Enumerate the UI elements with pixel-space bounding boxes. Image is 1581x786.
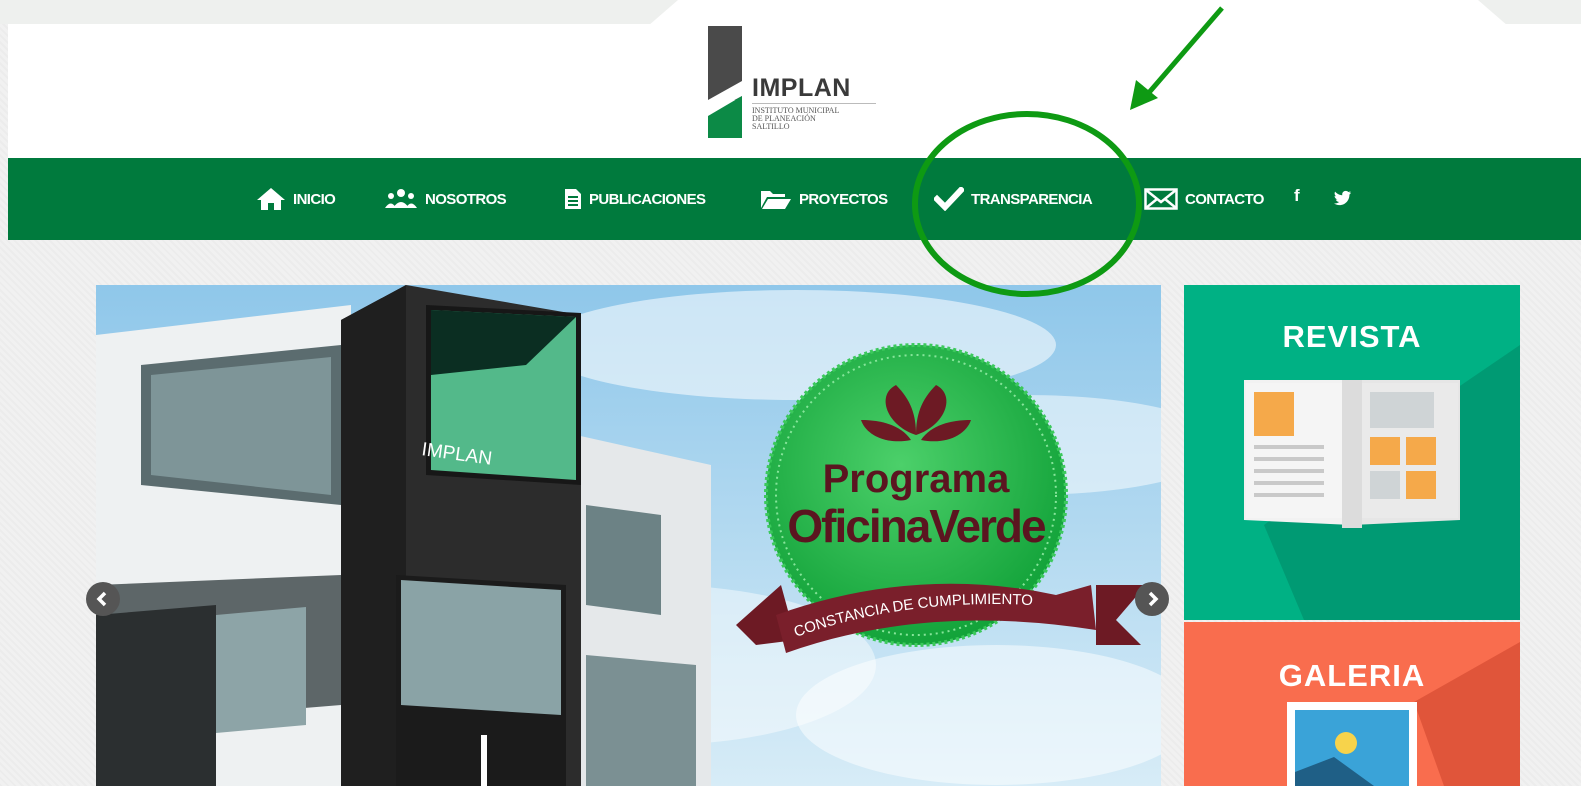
implan-logo[interactable]: IMPLAN INSTITUTO MUNICIPAL DE PLANEACIÓN…: [708, 26, 888, 142]
check-icon: [934, 187, 964, 211]
revista-tile[interactable]: REVISTA: [1184, 285, 1520, 620]
facebook-link[interactable]: f: [1294, 186, 1300, 206]
logo-subtitle-line: SALTILLO: [752, 122, 790, 131]
folder-open-icon: [761, 191, 791, 209]
twitter-icon[interactable]: [1334, 190, 1352, 206]
nav-item-label: PROYECTOS: [799, 190, 888, 208]
nav-item-label: NOSOTROS: [425, 190, 507, 208]
nav-item-publicaciones[interactable]: PUBLICACIONES: [564, 158, 706, 240]
users-icon: [385, 189, 417, 208]
nav-item-label: TRANSPARENCIA: [971, 190, 1093, 208]
logo-divider: [752, 103, 876, 104]
nav-item-label: CONTACTO: [1185, 190, 1264, 208]
envelope-icon: [1144, 188, 1178, 210]
hero-image: IMPLAN Programa OficinaVerde CONSTANCIA …: [96, 285, 1161, 786]
chevron-left-icon: [96, 591, 107, 607]
nav-item-inicio[interactable]: INICIO: [256, 158, 336, 240]
logo-mark-icon: [708, 26, 742, 138]
gallery-icon: [1287, 642, 1520, 786]
hero-slider[interactable]: IMPLAN Programa OficinaVerde CONSTANCIA …: [96, 285, 1161, 786]
revista-title: REVISTA: [1282, 319, 1422, 354]
galeria-tile[interactable]: GALERIA: [1184, 622, 1520, 786]
nav-item-label: PUBLICACIONES: [589, 190, 706, 208]
badge-line-1: Programa: [823, 457, 1010, 501]
logo-wordmark: IMPLAN: [752, 74, 851, 102]
galeria-title: GALERIA: [1278, 658, 1426, 693]
slider-next-button[interactable]: [1135, 582, 1169, 616]
nav-item-label: INICIO: [293, 190, 336, 208]
nav-item-nosotros[interactable]: NOSOTROS: [384, 158, 507, 240]
badge-line-2: OficinaVerde: [787, 500, 1046, 552]
logo-subtitle: INSTITUTO MUNICIPAL DE PLANEACIÓN SALTIL…: [752, 107, 892, 131]
slider-prev-button[interactable]: [86, 582, 120, 616]
document-icon: [565, 189, 581, 209]
chevron-right-icon: [1148, 591, 1159, 607]
nav-item-transparencia[interactable]: TRANSPARENCIA: [934, 158, 1093, 240]
home-icon: [257, 188, 285, 210]
header-tab-shape: [648, 0, 1508, 26]
nav-item-contacto[interactable]: CONTACTO: [1144, 158, 1264, 240]
nav-item-proyectos[interactable]: PROYECTOS: [760, 158, 888, 240]
